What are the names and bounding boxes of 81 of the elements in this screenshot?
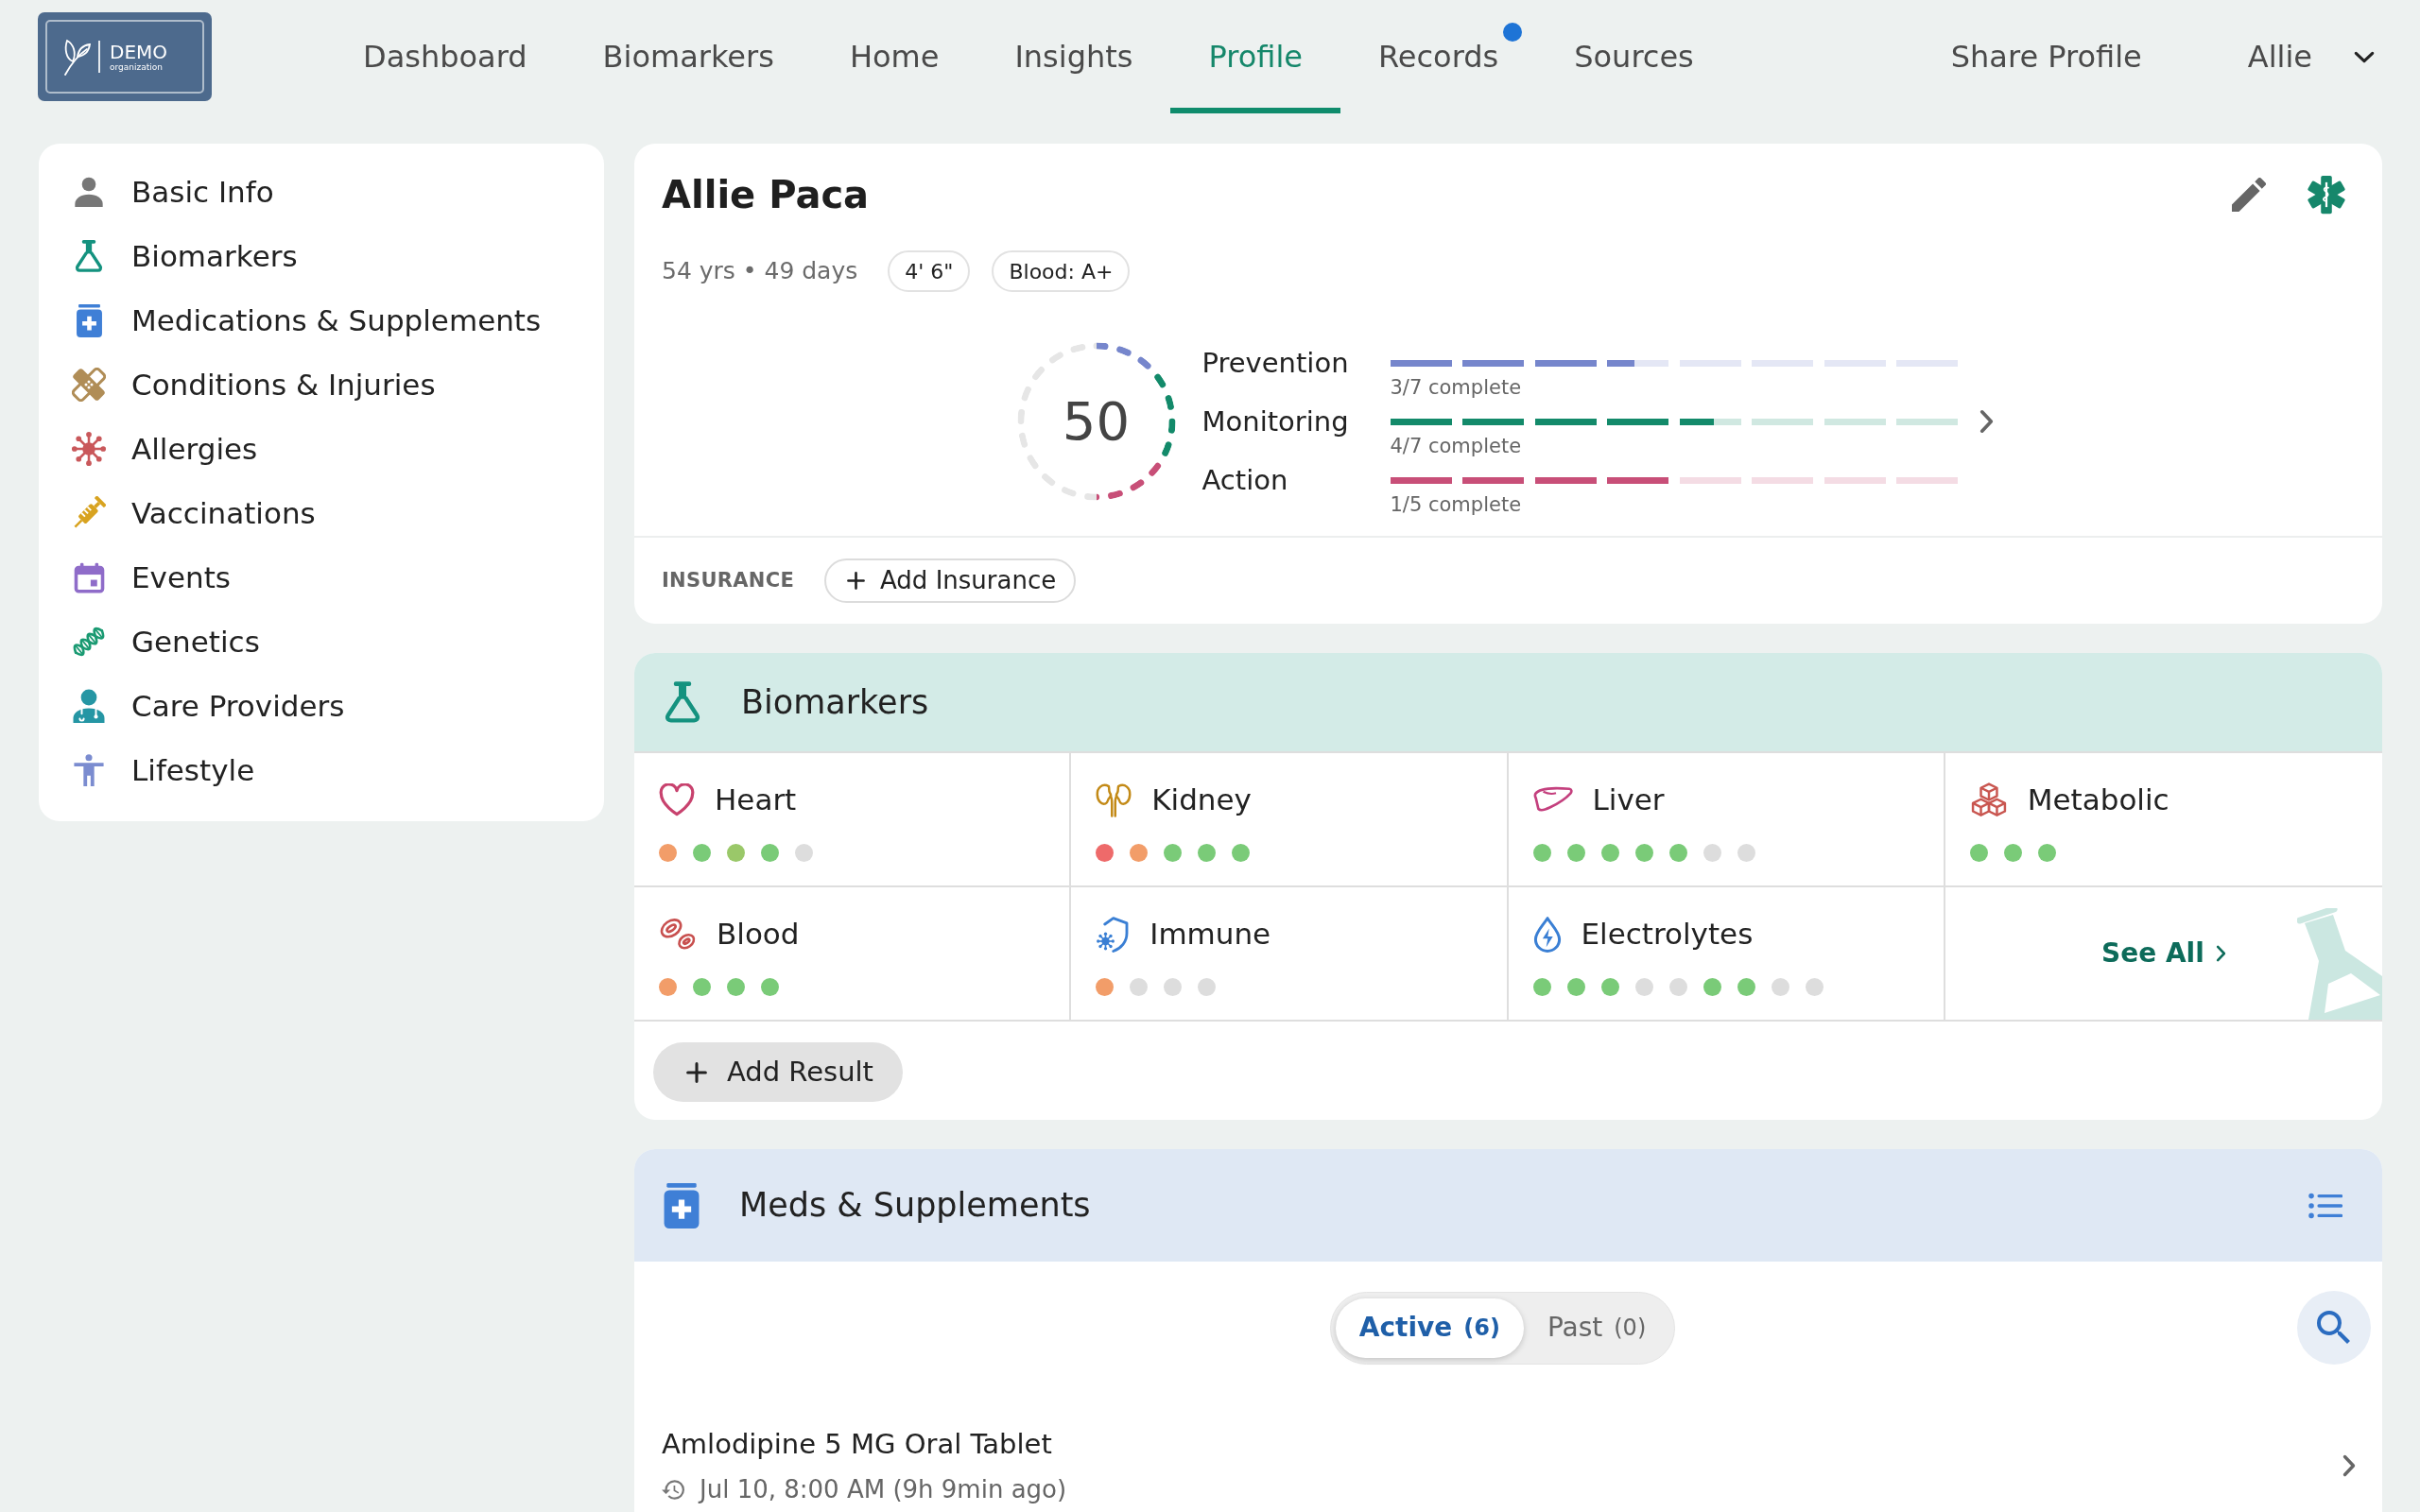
calendar-icon: [73, 561, 105, 593]
age-text: 54 yrs • 49 days: [662, 256, 858, 287]
doctor-icon: [72, 689, 106, 723]
chevron-right-icon[interactable]: [1979, 409, 1994, 434]
flask-icon: [2297, 908, 2382, 1020]
sidebar-item[interactable]: Allergies: [39, 417, 604, 481]
nav-link[interactable]: Biomarkers: [564, 0, 812, 113]
person-arms-out-icon: [73, 754, 105, 786]
logo[interactable]: DEMO organization: [38, 12, 212, 101]
sidebar-item[interactable]: Basic Info: [39, 160, 604, 224]
score-value: 50: [1062, 395, 1131, 448]
sidebar-item[interactable]: Events: [39, 545, 604, 610]
star-of-life-icon[interactable]: [2307, 175, 2346, 215]
flask-icon: [74, 240, 104, 272]
sidebar-item[interactable]: Vaccinations: [39, 481, 604, 545]
medication-time: Jul 10, 8:00 AM (9h 9min ago): [700, 1475, 1067, 1503]
section-title: Biomarkers: [741, 681, 929, 723]
person-icon: [74, 177, 104, 207]
progress-text: 4/7 complete: [1390, 435, 1523, 457]
nav-link[interactable]: Home: [811, 0, 977, 113]
biomarker-name: Electrolytes: [1581, 915, 1754, 953]
medication-name: Amlodipine 5 MG Oral Tablet: [662, 1427, 1053, 1461]
sidebar-item[interactable]: Medications & Supplements: [39, 288, 604, 352]
see-all-link[interactable]: See All: [2101, 934, 2226, 973]
biomarker-name: Kidney: [1151, 781, 1252, 818]
profile-name: Allie Paca: [662, 172, 870, 217]
search-icon: [2317, 1311, 2351, 1345]
edit-icon[interactable]: [2232, 178, 2266, 212]
biomarker-name: Heart: [715, 781, 797, 818]
profile-tag: Blood: A+: [992, 250, 1131, 292]
logo-subtitle: organization: [110, 61, 164, 73]
category-label: Prevention: [1201, 346, 1350, 381]
sidebar-item[interactable]: Lifestyle: [39, 738, 604, 802]
heart-icon: [659, 782, 695, 816]
cubes-icon: [1969, 782, 2008, 817]
plus-icon: [847, 572, 866, 590]
caret-icon: [2354, 50, 2375, 63]
kidneys-icon: [1096, 782, 1132, 817]
syringe-icon: [72, 496, 106, 530]
drop-icon: [1532, 915, 1562, 953]
biomarker-name: Blood: [717, 915, 800, 953]
add-result-button[interactable]: Add Result: [653, 1042, 903, 1102]
blood-cells-icon: [659, 916, 697, 952]
sidebar-item[interactable]: Genetics: [39, 610, 604, 674]
add-insurance-button[interactable]: Add Insurance: [824, 558, 1077, 603]
section-title: Meds & Supplements: [739, 1185, 1091, 1227]
pill-bottle-icon: [76, 303, 102, 337]
biomarker-name: Metabolic: [2027, 781, 2169, 818]
sidebar-item[interactable]: Biomarkers: [39, 224, 604, 288]
history-icon: [662, 1479, 684, 1500]
filter-tab[interactable]: Past (0): [1523, 1297, 1670, 1358]
progress-text: 1/5 complete: [1390, 493, 1523, 516]
biomarker-name: Liver: [1592, 781, 1665, 818]
liver-icon: [1532, 785, 1573, 814]
nav-link[interactable]: Insights: [977, 0, 1171, 113]
shield-icon: [1096, 915, 1131, 953]
profile-tag: 4' 6": [888, 250, 971, 292]
sidebar-item[interactable]: Conditions & Injuries: [39, 352, 604, 417]
virus-icon: [71, 431, 107, 467]
filter-tab[interactable]: Active (6): [1335, 1297, 1524, 1358]
user-menu-button[interactable]: Allie: [2247, 34, 2375, 79]
flask-icon: [664, 680, 701, 724]
share-profile-link[interactable]: Share Profile: [1950, 34, 2142, 79]
category-label: Action: [1201, 463, 1289, 498]
plus-icon: [686, 1061, 707, 1083]
nav-link[interactable]: Sources: [1536, 0, 1732, 113]
chevron-right-icon[interactable]: [2342, 1453, 2356, 1477]
nav-link[interactable]: Records: [1340, 0, 1537, 113]
biomarker-name: Immune: [1150, 915, 1271, 953]
nav-link[interactable]: Dashboard: [325, 0, 565, 113]
logo-title: DEMO: [110, 41, 168, 62]
nav-link[interactable]: Profile: [1170, 0, 1340, 113]
leaf-icon: [62, 38, 91, 76]
progress-text: 3/7 complete: [1390, 376, 1523, 399]
section-label: INSURANCE: [662, 567, 795, 593]
chevron-right-icon: [2215, 945, 2226, 962]
pill-bottle-icon: [664, 1182, 700, 1228]
category-label: Monitoring: [1201, 404, 1350, 439]
sidebar-item[interactable]: Care Providers: [39, 674, 604, 738]
bandage-icon: [72, 368, 106, 402]
list-icon[interactable]: [2308, 1192, 2342, 1219]
